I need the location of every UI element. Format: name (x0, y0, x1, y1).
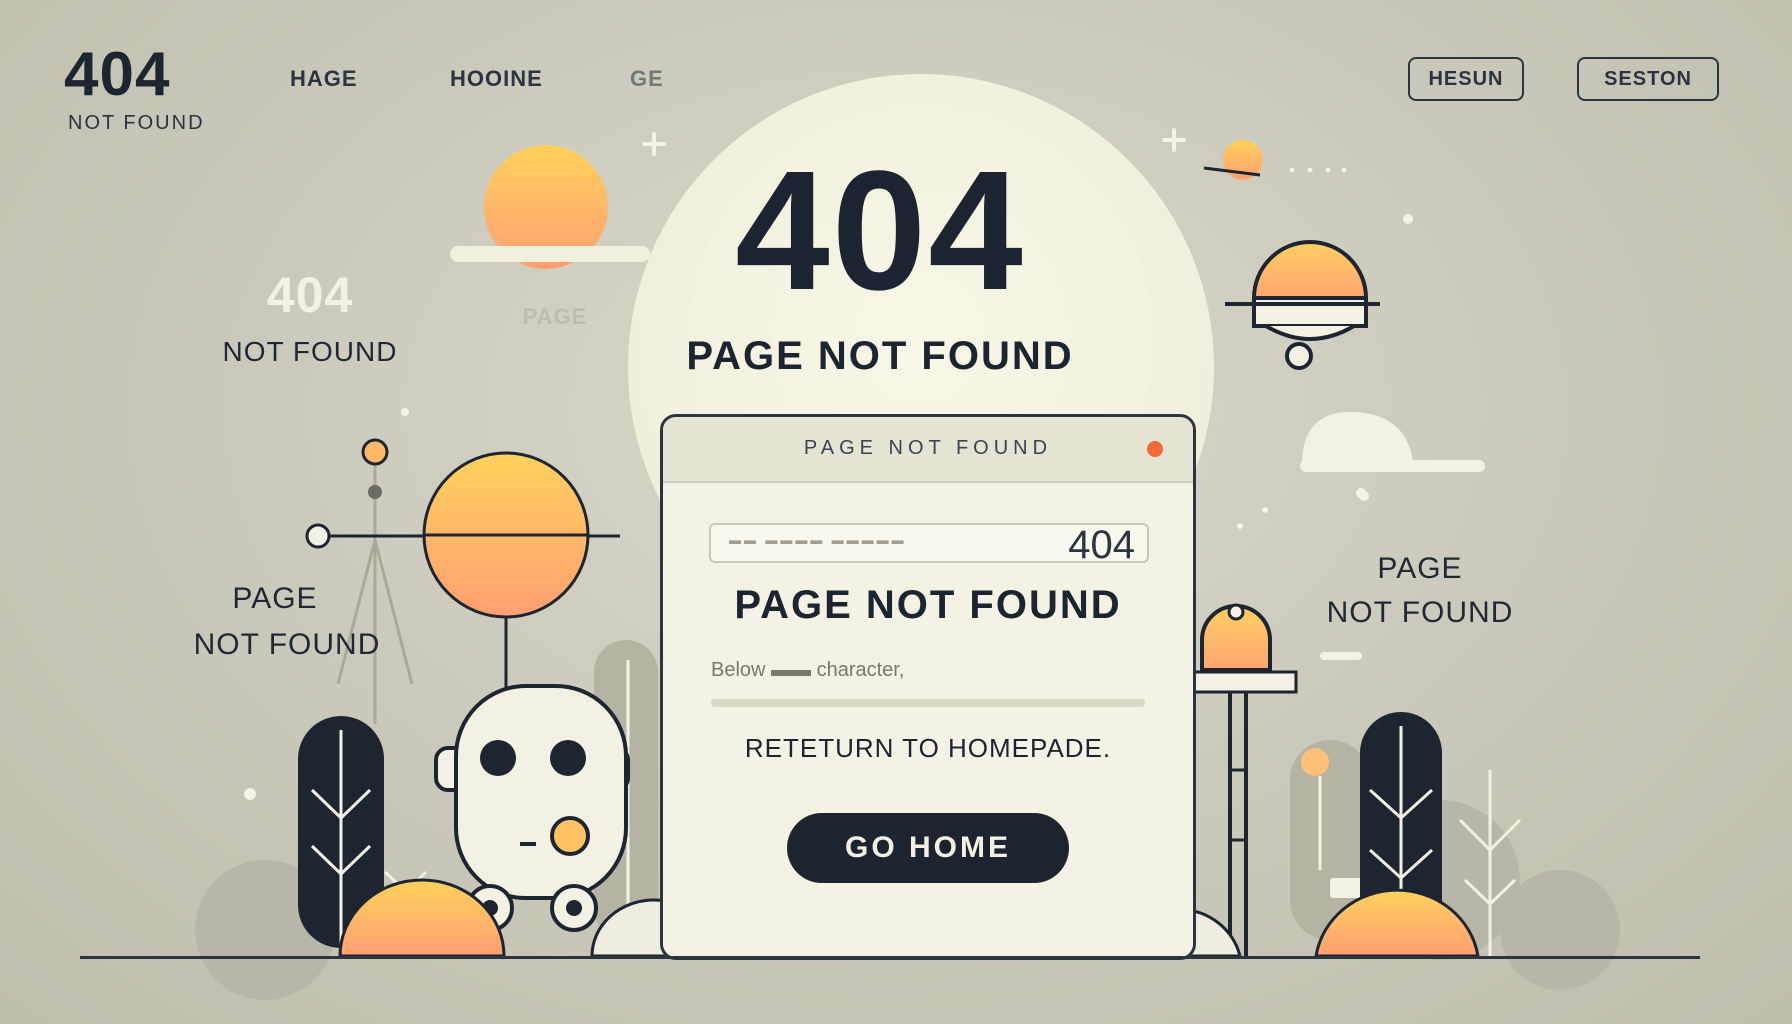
lamp-post-icon (1188, 603, 1298, 956)
card-body-text: Below ▬▬ character, (711, 659, 905, 681)
ground-line (80, 956, 1700, 959)
address-error-code: 404 (1068, 523, 1135, 567)
sparkle-icon (642, 128, 1186, 156)
left-error-code: 404 (266, 267, 354, 323)
faded-page-label: PAGE (522, 304, 588, 329)
address-bar[interactable]: ▬▬ ▬▬▬▬ ▬▬▬▬▬ 404 (709, 523, 1149, 567)
hanging-lamp-icon (1225, 240, 1380, 370)
go-home-button[interactable]: GO HOME (787, 813, 1069, 883)
card-heading: PAGE NOT FOUND (734, 583, 1122, 627)
close-dot-icon[interactable] (1147, 441, 1163, 457)
browser-title: PAGE NOT FOUND (803, 437, 1053, 459)
divider (711, 699, 1145, 707)
browser-window-card: PAGE NOT FOUND ▬▬ ▬▬▬▬ ▬▬▬▬▬ 404 PAGE NO… (660, 414, 1196, 960)
browser-title-bar: PAGE NOT FOUND (663, 417, 1193, 483)
left-page-label: PAGE (232, 582, 318, 615)
return-to-homepage-link[interactable]: RETETURN TO HOMEPADE. (663, 733, 1193, 764)
right-page-label: PAGE (1377, 552, 1463, 585)
address-placeholder: ▬▬ ▬▬▬▬ ▬▬▬▬▬ (729, 533, 907, 547)
right-not-found-label: NOT FOUND (1326, 596, 1514, 629)
left-not-found-label-2: NOT FOUND (193, 628, 381, 661)
left-not-found-label: NOT FOUND (222, 336, 398, 367)
